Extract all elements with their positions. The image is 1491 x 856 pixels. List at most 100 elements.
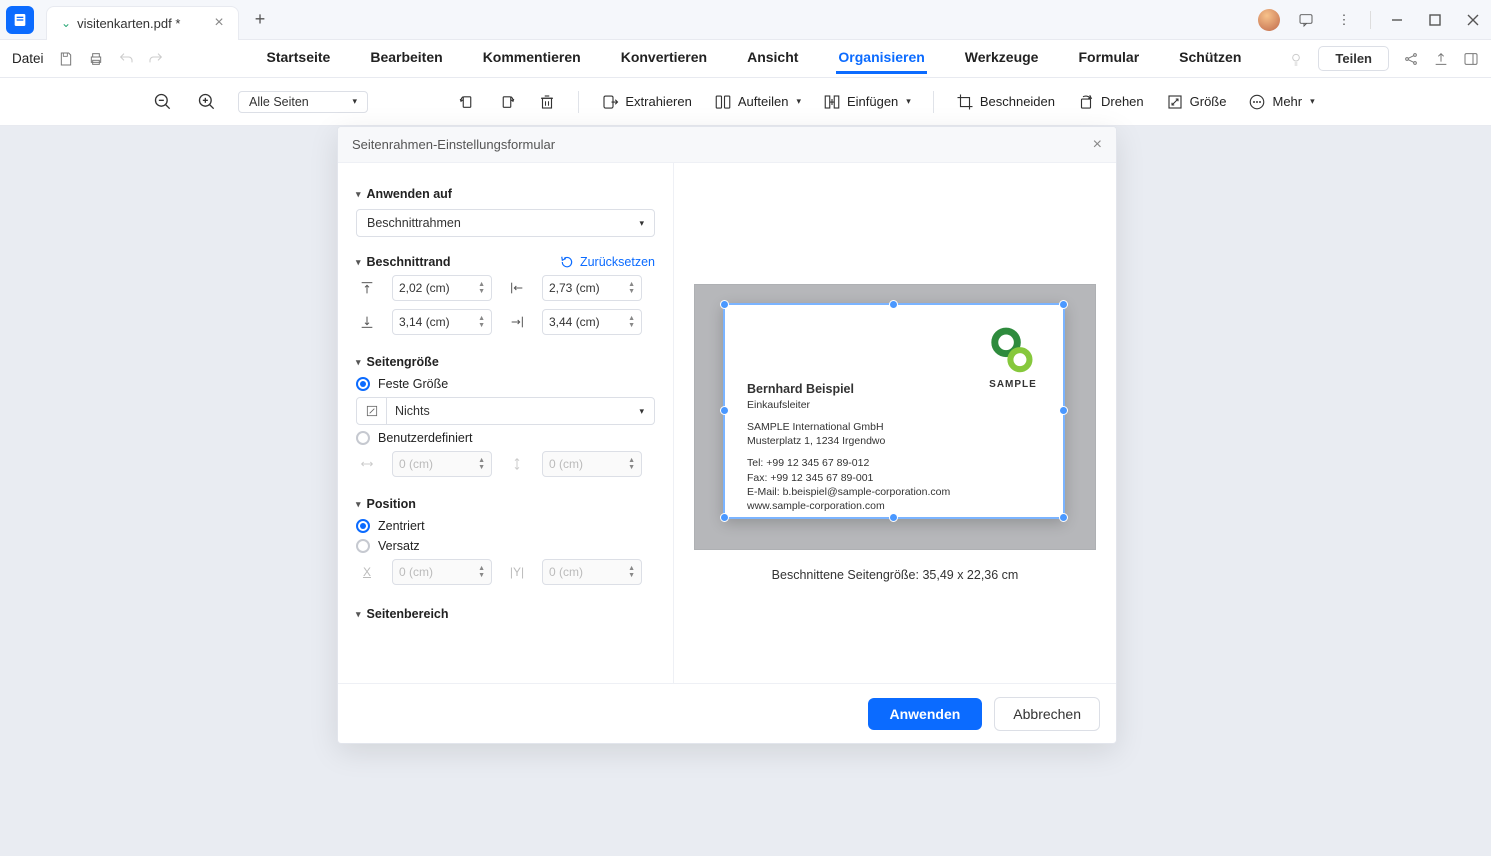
upload-icon[interactable] bbox=[1433, 51, 1449, 67]
file-menu[interactable]: Datei bbox=[12, 51, 44, 66]
apply-to-header[interactable]: Anwenden auf bbox=[356, 187, 655, 201]
crop-label: Beschneiden bbox=[980, 94, 1055, 109]
menu-schützen[interactable]: Schützen bbox=[1177, 43, 1243, 74]
dialog-footer: Anwenden Abbrechen bbox=[338, 683, 1116, 743]
split-label: Aufteilen bbox=[738, 94, 789, 109]
chevron-down-icon: ▾ bbox=[639, 406, 644, 417]
centered-radio[interactable]: Zentriert bbox=[356, 519, 655, 533]
menu-kommentieren[interactable]: Kommentieren bbox=[481, 43, 583, 74]
reset-label: Zurücksetzen bbox=[580, 255, 655, 269]
avatar[interactable] bbox=[1258, 9, 1280, 31]
offset-y-input: 0 (cm)▲▼ bbox=[542, 559, 642, 585]
margin-bottom-input[interactable]: 3,14 (cm)▲▼ bbox=[392, 309, 492, 335]
close-tab-icon[interactable]: × bbox=[214, 14, 223, 32]
card-logo: SAMPLE bbox=[987, 325, 1039, 390]
titlebar: ⌄ visitenkarten.pdf * × + ⋮ bbox=[0, 0, 1491, 40]
margin-top-icon bbox=[356, 280, 378, 296]
fixed-size-value: Nichts bbox=[387, 404, 637, 418]
preview-page: SAMPLE Bernhard Beispiel Einkaufsleiter … bbox=[694, 284, 1096, 550]
extract-button[interactable]: Extrahieren bbox=[601, 93, 691, 111]
document-tab[interactable]: ⌄ visitenkarten.pdf * × bbox=[46, 6, 239, 40]
split-button[interactable]: Aufteilen▾ bbox=[714, 93, 801, 111]
app-logo bbox=[6, 6, 34, 34]
width-icon bbox=[356, 456, 378, 472]
apply-button[interactable]: Anwenden bbox=[868, 698, 983, 730]
toolbar: Alle Seiten ▾ Extrahieren Aufteilen▾ Ein… bbox=[0, 78, 1491, 126]
rotate-button[interactable]: Drehen bbox=[1077, 93, 1144, 111]
close-window-icon[interactable] bbox=[1461, 8, 1485, 32]
insert-button[interactable]: Einfügen▾ bbox=[823, 93, 911, 111]
cancel-button[interactable]: Abbrechen bbox=[994, 697, 1100, 731]
save-icon[interactable] bbox=[58, 51, 74, 67]
dialog-header: Seitenrahmen-Einstellungsformular × bbox=[338, 127, 1116, 163]
menu-formular[interactable]: Formular bbox=[1076, 43, 1141, 74]
custom-width-input: 0 (cm)▲▼ bbox=[392, 451, 492, 477]
chevron-down-icon: ▾ bbox=[352, 96, 357, 107]
share-icon[interactable] bbox=[1403, 51, 1419, 67]
menu-startseite[interactable]: Startseite bbox=[265, 43, 333, 74]
margin-top-input[interactable]: 2,02 (cm)▲▼ bbox=[392, 275, 492, 301]
size-label: Größe bbox=[1190, 94, 1227, 109]
page-box-dialog: Seitenrahmen-Einstellungsformular × Anwe… bbox=[337, 126, 1117, 744]
maximize-icon[interactable] bbox=[1423, 8, 1447, 32]
chevron-down-icon: ▾ bbox=[639, 218, 644, 229]
comment-icon[interactable] bbox=[1294, 8, 1318, 32]
pagesize-icon bbox=[357, 398, 387, 424]
new-tab-button[interactable]: + bbox=[255, 9, 266, 30]
menu-ansicht[interactable]: Ansicht bbox=[745, 43, 800, 74]
workspace: Seitenrahmen-Einstellungsformular × Anwe… bbox=[0, 126, 1491, 856]
offset-radio[interactable]: Versatz bbox=[356, 539, 655, 553]
height-icon bbox=[506, 456, 528, 472]
zoom-in-icon[interactable] bbox=[194, 89, 220, 115]
menubar: Datei Startseite Bearbeiten Kommentieren Ko… bbox=[0, 40, 1491, 78]
rotate-right-button[interactable] bbox=[498, 93, 516, 111]
apply-to-select[interactable]: Beschnittrahmen ▾ bbox=[356, 209, 655, 237]
custom-radio[interactable]: Benutzerdefiniert bbox=[356, 431, 655, 445]
dialog-left-panel: Anwenden auf Beschnittrahmen ▾ Beschnitt… bbox=[338, 163, 674, 683]
fixed-size-select[interactable]: Nichts ▾ bbox=[356, 397, 655, 425]
lightbulb-icon[interactable] bbox=[1288, 51, 1304, 67]
extract-label: Extrahieren bbox=[625, 94, 691, 109]
undo-icon[interactable] bbox=[118, 51, 134, 67]
menu-werkzeuge[interactable]: Werkzeuge bbox=[963, 43, 1041, 74]
minimize-icon[interactable] bbox=[1385, 8, 1409, 32]
insert-label: Einfügen bbox=[847, 94, 898, 109]
y-label: |Y| bbox=[506, 565, 528, 579]
reset-button[interactable]: Zurücksetzen bbox=[560, 255, 655, 269]
size-button[interactable]: Größe bbox=[1166, 93, 1227, 111]
margin-bottom-icon bbox=[356, 314, 378, 330]
margin-right-icon bbox=[506, 314, 528, 330]
kebab-icon[interactable]: ⋮ bbox=[1332, 8, 1356, 32]
crop-margin-header[interactable]: Beschnittrand bbox=[356, 255, 451, 269]
print-icon[interactable] bbox=[88, 51, 104, 67]
dialog-title: Seitenrahmen-Einstellungsformular bbox=[352, 137, 555, 152]
delete-button[interactable] bbox=[538, 93, 556, 111]
fixed-size-radio[interactable]: Feste Größe bbox=[356, 377, 655, 391]
menu-konvertieren[interactable]: Konvertieren bbox=[619, 43, 709, 74]
dialog-preview-panel: SAMPLE Bernhard Beispiel Einkaufsleiter … bbox=[674, 163, 1116, 683]
crop-selection[interactable]: SAMPLE Bernhard Beispiel Einkaufsleiter … bbox=[723, 303, 1065, 519]
page-selector-label: Alle Seiten bbox=[249, 95, 309, 109]
redo-icon[interactable] bbox=[148, 51, 164, 67]
margin-right-input[interactable]: 3,44 (cm)▲▼ bbox=[542, 309, 642, 335]
dialog-close-icon[interactable]: × bbox=[1093, 136, 1102, 154]
rotate-label: Drehen bbox=[1101, 94, 1144, 109]
more-button[interactable]: Mehr▾ bbox=[1248, 93, 1314, 111]
page-range-header[interactable]: Seitenbereich bbox=[356, 607, 655, 621]
x-label: X bbox=[356, 565, 378, 579]
position-header[interactable]: Position bbox=[356, 497, 655, 511]
offset-x-input: 0 (cm)▲▼ bbox=[392, 559, 492, 585]
menu-bearbeiten[interactable]: Bearbeiten bbox=[368, 43, 444, 74]
check-icon: ⌄ bbox=[61, 16, 71, 30]
margin-left-icon bbox=[506, 280, 528, 296]
zoom-out-icon[interactable] bbox=[150, 89, 176, 115]
share-button[interactable]: Teilen bbox=[1318, 46, 1389, 71]
crop-button[interactable]: Beschneiden bbox=[956, 93, 1055, 111]
page-size-header[interactable]: Seitengröße bbox=[356, 355, 655, 369]
more-label: Mehr bbox=[1272, 94, 1302, 109]
panel-icon[interactable] bbox=[1463, 51, 1479, 67]
rotate-left-button[interactable] bbox=[458, 93, 476, 111]
margin-left-input[interactable]: 2,73 (cm)▲▼ bbox=[542, 275, 642, 301]
page-selector[interactable]: Alle Seiten ▾ bbox=[238, 91, 368, 113]
menu-organisieren[interactable]: Organisieren bbox=[836, 43, 926, 74]
